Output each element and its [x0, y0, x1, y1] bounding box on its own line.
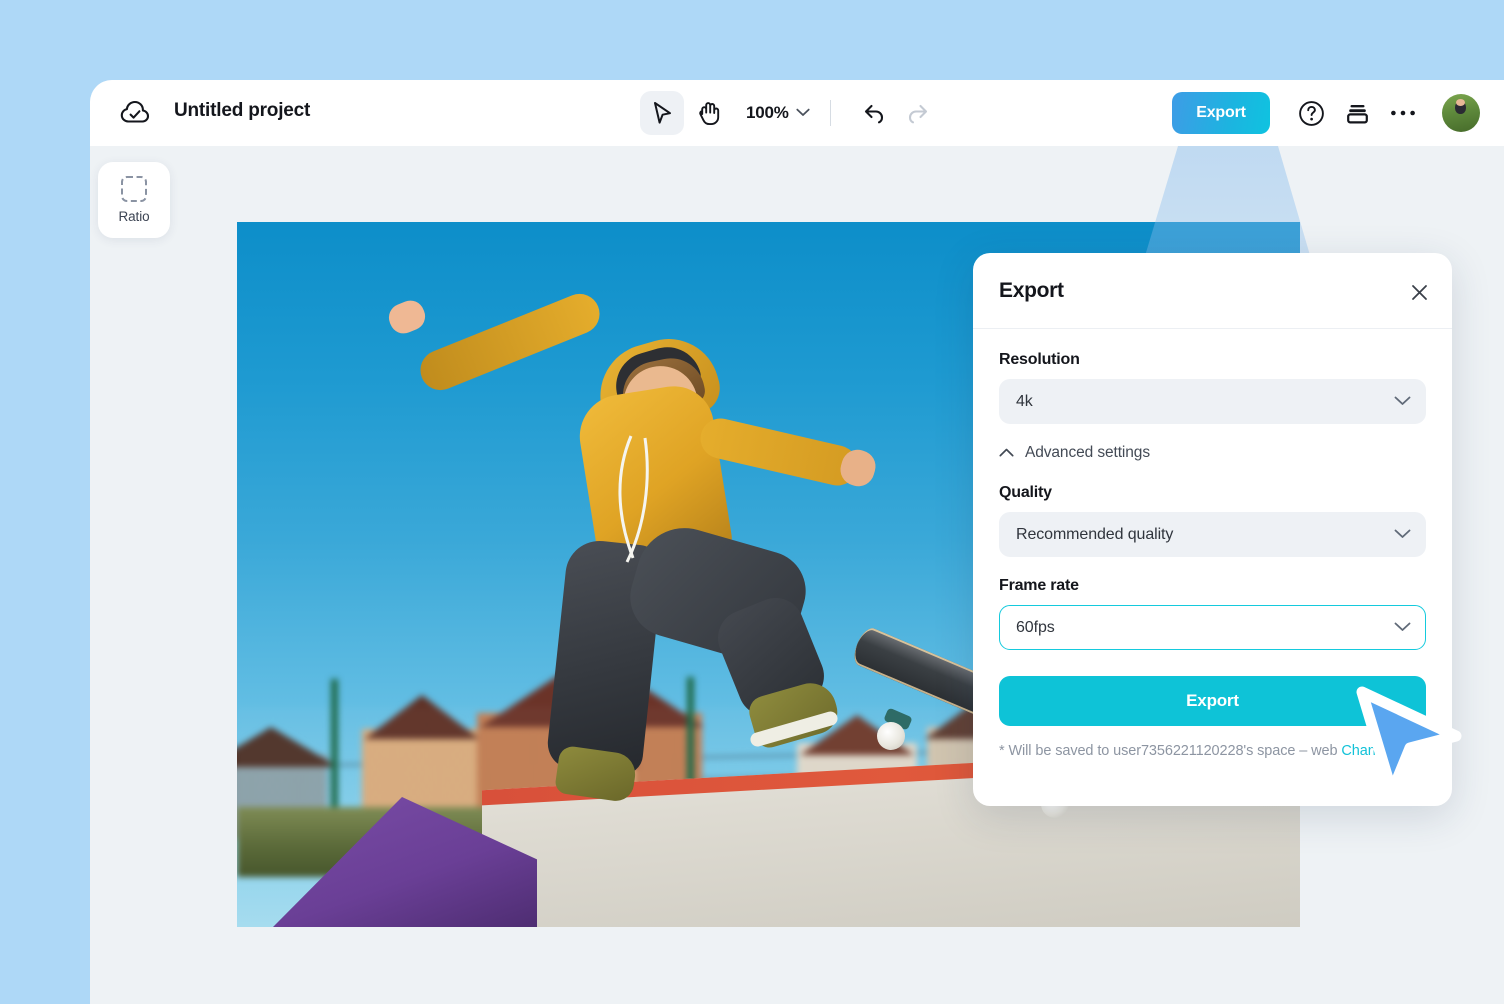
help-icon[interactable]: [1290, 92, 1332, 134]
cloud-check-icon: [120, 99, 150, 127]
dashed-square-icon: [121, 176, 147, 202]
close-icon[interactable]: [1404, 277, 1434, 307]
quality-select[interactable]: Recommended quality: [999, 512, 1426, 557]
hand-tool-button[interactable]: [686, 91, 730, 135]
photo-skater: [437, 280, 907, 840]
advanced-settings-toggle[interactable]: Advanced settings: [999, 444, 1426, 462]
export-button[interactable]: Export: [1172, 92, 1270, 134]
toolbar-divider: [830, 100, 831, 126]
select-tool-button[interactable]: [640, 91, 684, 135]
chevron-down-icon: [1394, 526, 1411, 544]
toolbar-tool-cluster: 100%: [640, 90, 941, 136]
toolbar-right-cluster: Export: [1172, 90, 1480, 136]
resolution-value: 4k: [1016, 393, 1033, 411]
undo-button[interactable]: [851, 91, 895, 135]
export-footnote-text: * Will be saved to user7356221120228's s…: [999, 743, 1341, 759]
frame-rate-select[interactable]: 60fps: [999, 605, 1426, 650]
frame-rate-label: Frame rate: [999, 577, 1426, 595]
redo-button[interactable]: [897, 91, 941, 135]
chevron-up-icon: [999, 444, 1014, 462]
export-footnote: * Will be saved to user7356221120228's s…: [999, 743, 1426, 759]
resolution-select[interactable]: 4k: [999, 379, 1426, 424]
app-window: Ratio Export Resolution 4k: [90, 80, 1504, 1004]
change-space-link[interactable]: Change: [1341, 743, 1391, 759]
frame-rate-value: 60fps: [1016, 619, 1055, 637]
chevron-down-icon: [1394, 619, 1411, 637]
more-horizontal-icon[interactable]: [1382, 92, 1424, 134]
quality-value: Recommended quality: [1016, 526, 1173, 544]
export-panel-header: Export: [973, 253, 1452, 329]
export-panel: Export Resolution 4k Advanced settings: [973, 253, 1452, 806]
chevron-down-icon: [1394, 393, 1411, 411]
advanced-settings-label: Advanced settings: [1025, 444, 1150, 462]
top-toolbar: Untitled project 100%: [90, 80, 1504, 146]
ratio-tool-label: Ratio: [118, 209, 149, 224]
resolution-label: Resolution: [999, 351, 1426, 369]
export-confirm-button[interactable]: Export: [999, 676, 1426, 726]
ratio-tool-button[interactable]: Ratio: [98, 162, 170, 238]
zoom-level-value: 100%: [746, 103, 789, 123]
avatar[interactable]: [1442, 94, 1480, 132]
export-panel-body: Resolution 4k Advanced settings Quality …: [973, 329, 1452, 759]
export-panel-title: Export: [999, 279, 1064, 303]
chevron-down-icon: [796, 104, 810, 122]
page-title[interactable]: Untitled project: [174, 100, 310, 122]
stack-layers-icon[interactable]: [1336, 92, 1378, 134]
quality-label: Quality: [999, 484, 1426, 502]
zoom-level-control[interactable]: 100%: [746, 103, 810, 123]
